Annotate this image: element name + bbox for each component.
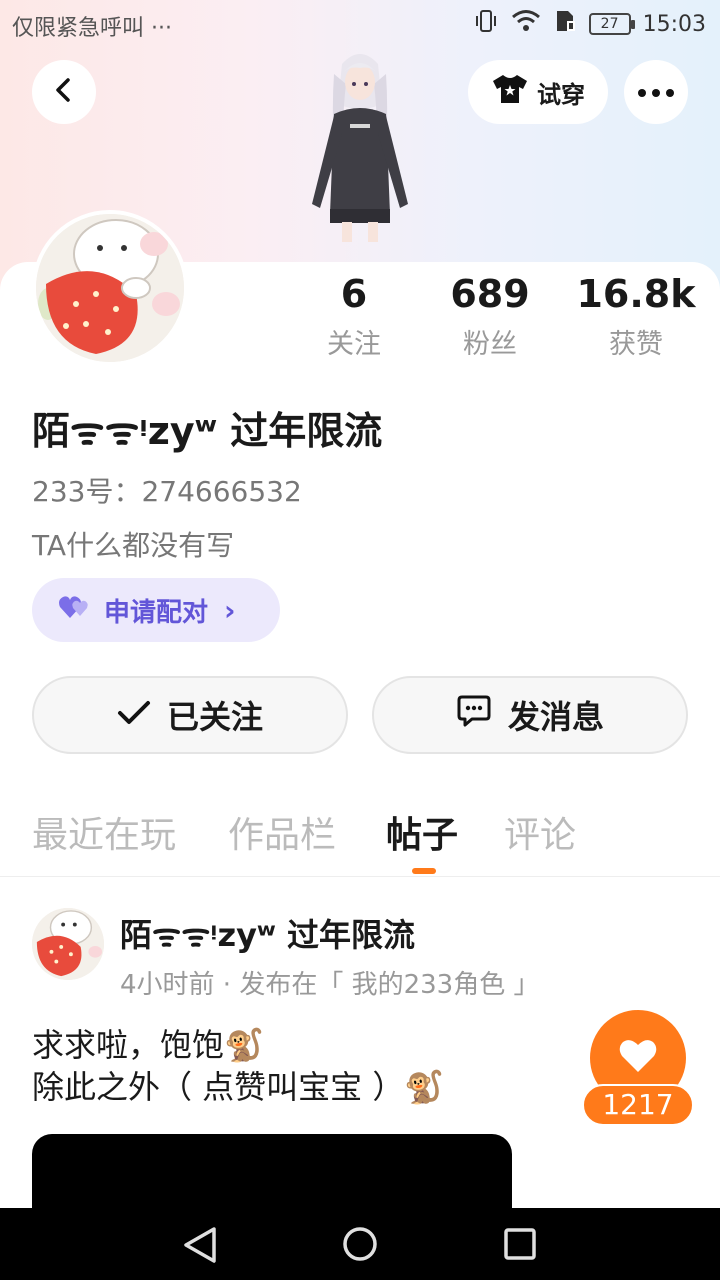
sim-icon bbox=[553, 8, 577, 40]
tab-posts[interactable]: 帖子 bbox=[386, 806, 458, 858]
back-button[interactable] bbox=[32, 60, 96, 124]
stat-value: 6 bbox=[340, 272, 368, 316]
wifi-icon bbox=[511, 8, 541, 40]
avatar-character-image[interactable] bbox=[290, 44, 430, 244]
user-bio: TA什么都没有写 bbox=[32, 529, 235, 562]
stat-value: 16.8k bbox=[576, 272, 696, 316]
stat-label: 关注 bbox=[327, 329, 381, 360]
followed-label: 已关注 bbox=[166, 698, 263, 736]
more-dots-icon bbox=[637, 83, 675, 102]
tab-comments[interactable]: 评论 bbox=[504, 806, 576, 858]
nav-recents-icon[interactable] bbox=[504, 1228, 536, 1264]
tab-works[interactable]: 作品栏 bbox=[228, 806, 336, 858]
vibrate-icon bbox=[473, 8, 499, 40]
more-button[interactable] bbox=[624, 60, 688, 124]
status-bar: 仅限紧急呼叫 ··· 27 15:03 bbox=[0, 0, 720, 50]
battery-icon: 27 bbox=[588, 13, 635, 35]
post-body[interactable]: 求求啦，饱饱🐒 除此之外（ 点赞叫宝宝 ）🐒 bbox=[32, 1024, 444, 1108]
send-message-label: 发消息 bbox=[507, 698, 604, 736]
post-author-avatar[interactable] bbox=[32, 908, 104, 980]
request-pair-button[interactable]: 申请配对 › bbox=[32, 578, 280, 642]
post-meta: 4小时前 · 发布在「 我的233角色 」 bbox=[120, 970, 540, 1000]
system-navigation-bar bbox=[0, 1208, 720, 1280]
post-author-name[interactable]: 陌ᯤᯤᵎzyʷ 过年限流 bbox=[120, 910, 415, 956]
check-icon bbox=[117, 696, 151, 734]
chevron-left-icon bbox=[50, 76, 78, 108]
nav-home-icon[interactable] bbox=[342, 1226, 378, 1266]
stat-label: 获赞 bbox=[609, 329, 663, 360]
send-message-button[interactable]: 发消息 bbox=[372, 676, 688, 754]
request-pair-label: 申请配对 bbox=[104, 597, 209, 628]
user-id[interactable]: 233号：274666532 bbox=[32, 470, 302, 510]
hearts-icon bbox=[58, 594, 92, 627]
user-avatar[interactable] bbox=[32, 210, 188, 366]
stat-fans[interactable]: 689 粉丝 bbox=[440, 272, 540, 361]
stat-value: 689 bbox=[450, 272, 530, 316]
clock: 15:03 bbox=[642, 11, 706, 37]
stat-following[interactable]: 6 关注 bbox=[314, 272, 394, 361]
active-tab-indicator bbox=[412, 868, 436, 874]
stat-label: 粉丝 bbox=[463, 329, 517, 360]
nav-back-icon[interactable] bbox=[182, 1226, 218, 1268]
followed-button[interactable]: 已关注 bbox=[32, 676, 348, 754]
chevron-right-icon: › bbox=[224, 593, 236, 627]
post-video-thumbnail[interactable] bbox=[32, 1134, 512, 1214]
stat-likes[interactable]: 16.8k 获赞 bbox=[574, 272, 698, 361]
chat-bubble-icon bbox=[456, 694, 492, 736]
post-line: 求求啦，饱饱🐒 bbox=[32, 1026, 264, 1064]
tab-recently-played[interactable]: 最近在玩 bbox=[32, 806, 176, 858]
like-count: 1217 bbox=[582, 1084, 694, 1126]
try-on-button[interactable]: 试穿 bbox=[468, 60, 608, 124]
try-on-label: 试穿 bbox=[537, 80, 585, 109]
tabs-divider bbox=[0, 876, 720, 877]
username: 陌ᯤᯤᵎzyʷ 过年限流 bbox=[32, 409, 383, 453]
post-line: 除此之外（ 点赞叫宝宝 ）🐒 bbox=[32, 1068, 445, 1106]
heart-icon bbox=[618, 1038, 658, 1078]
tshirt-icon bbox=[491, 73, 529, 111]
carrier-text: 仅限紧急呼叫 ··· bbox=[12, 16, 172, 41]
